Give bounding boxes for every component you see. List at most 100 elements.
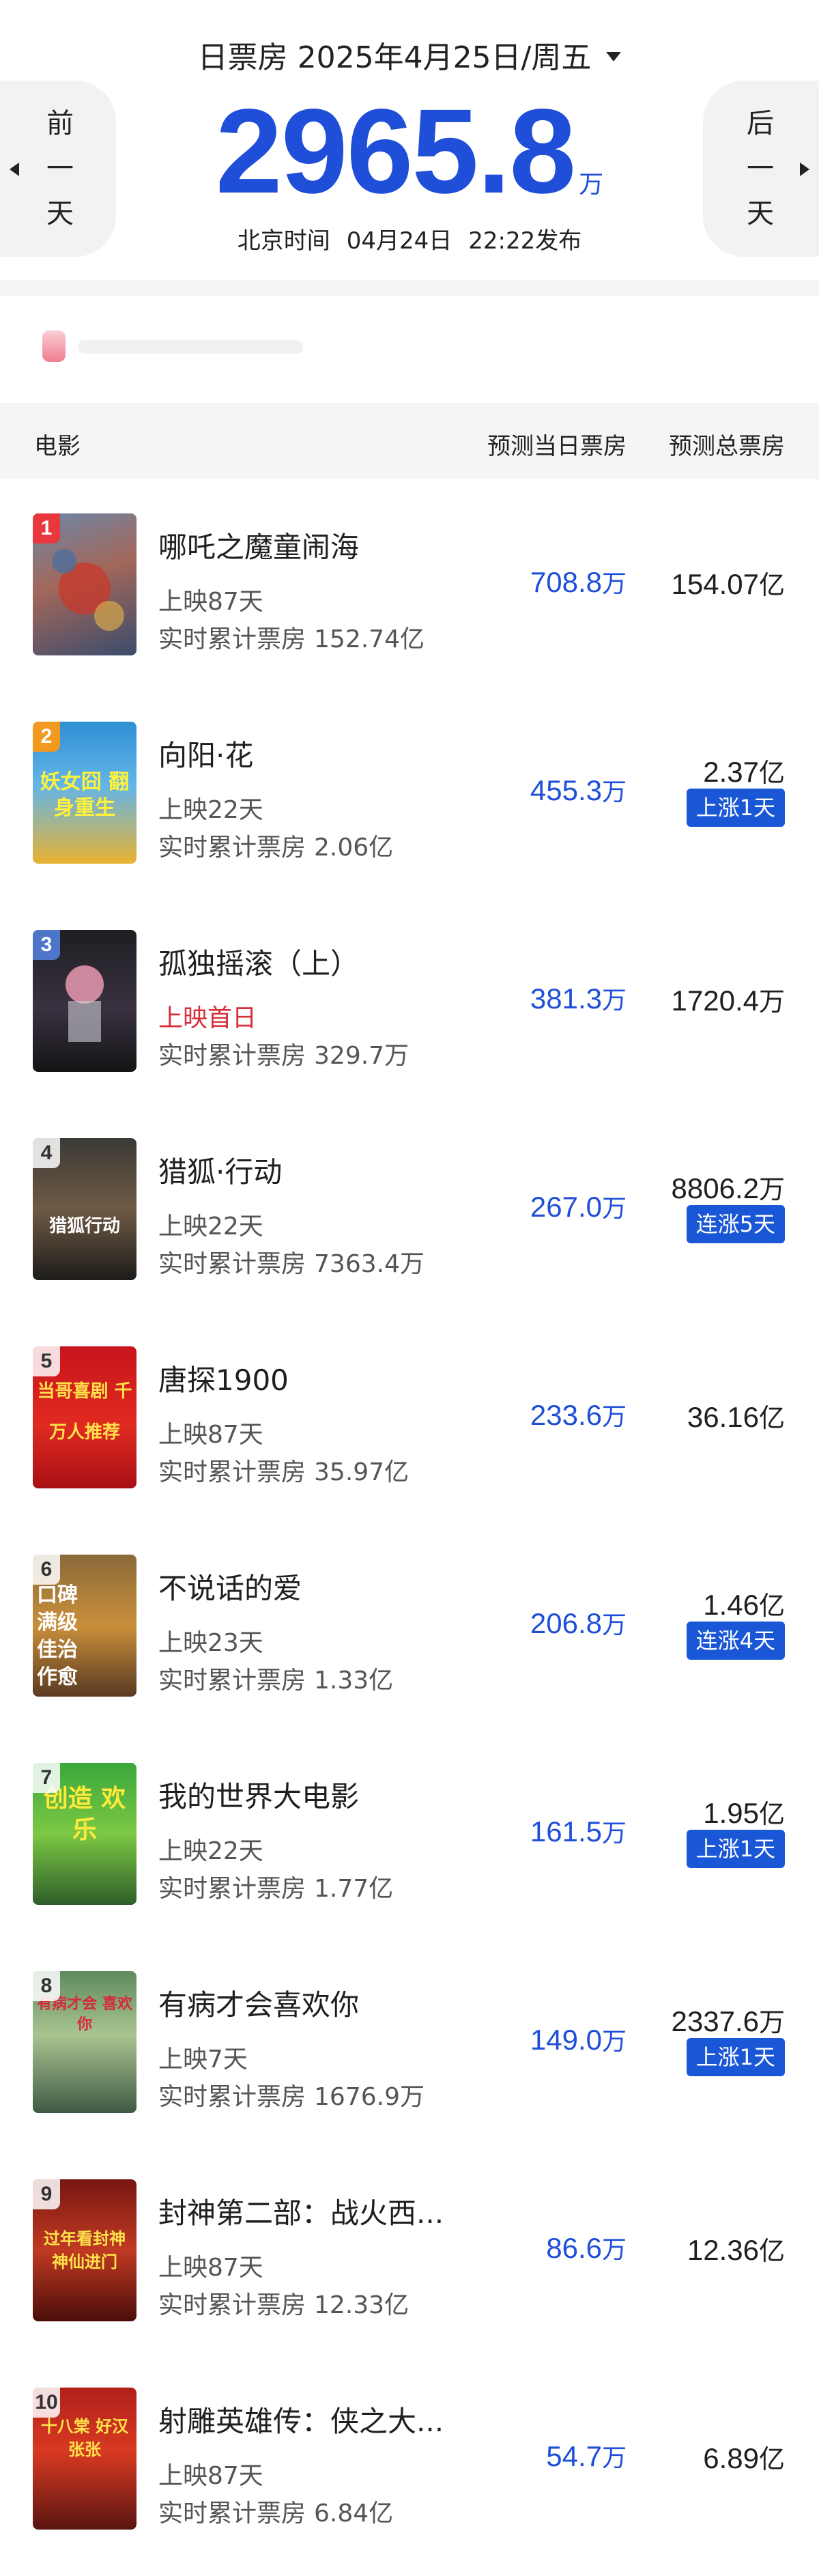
- movie-poster: 十八棠 好汉张张 10: [33, 2388, 136, 2530]
- trend-tag: 上涨1天: [686, 789, 785, 827]
- section-divider: [0, 280, 819, 296]
- movie-row[interactable]: 创造 欢乐 7 我的世界大电影 上映22天 实时累计票房 1.77亿 161.5万…: [0, 1729, 819, 1937]
- rank-badge: 8: [33, 1971, 60, 2001]
- poster-text: 口碑 满级 佳治 作愈: [37, 1583, 78, 1689]
- cumulative-value: 2.06亿: [314, 834, 394, 862]
- total-number: 36.16: [687, 1401, 759, 1433]
- total-unit: 万: [758, 987, 785, 1017]
- today-unit: 万: [601, 1611, 627, 1639]
- cumulative-label: 实时累计票房: [158, 1250, 306, 1278]
- rank-badge: 9: [33, 2179, 60, 2209]
- movie-poster: 妖女囧 翻身重生 2: [33, 722, 136, 864]
- predicted-total: 1.46亿: [703, 1585, 785, 1622]
- today-unit: 万: [601, 1403, 627, 1431]
- total-unit: 亿: [758, 2236, 785, 2266]
- today-box-office: 206.8万: [530, 1605, 627, 1641]
- movie-row[interactable]: 口碑 满级 佳治 作愈 6 不说话的爱 上映23天 实时累计票房 1.33亿 20…: [0, 1520, 819, 1729]
- release-date: 04月24日: [346, 227, 452, 255]
- box-office-header: 日票房 2025年4月25日/周五 前 一 天 后 一 天 2965.8 万 北京…: [0, 0, 819, 280]
- days-showing: 上映23天: [158, 1629, 263, 1657]
- col-movie: 电影: [34, 433, 81, 460]
- today-number: 54.7: [546, 2440, 602, 2472]
- blurred-banner: [34, 321, 321, 376]
- predicted-total: 6.89亿: [703, 2438, 785, 2476]
- col-total[interactable]: 预测总票房: [669, 427, 785, 461]
- total-number: 1.46: [703, 1589, 759, 1621]
- rank-badge: 2: [33, 722, 60, 752]
- total-unit: 亿: [758, 1591, 785, 1621]
- rank-badge: 3: [33, 930, 60, 960]
- movie-title: 孤独摇滚（上）: [158, 947, 360, 980]
- poster-text: 猎狐行动: [48, 1216, 120, 1236]
- cumulative-value: 1.77亿: [314, 1875, 394, 1903]
- date-selector[interactable]: 日票房 2025年4月25日/周五: [0, 33, 819, 76]
- movie-row[interactable]: 十八棠 好汉张张 10 射雕英雄传：侠之大... 上映87天 实时累计票房 6.8…: [0, 2353, 819, 2562]
- trend-tag: 连涨5天: [686, 1205, 785, 1243]
- today-number: 149.0: [530, 2024, 602, 2056]
- poster-text: 妖女囧 翻身重生: [40, 770, 130, 820]
- total-unit: 亿: [758, 570, 785, 600]
- banner-text-placeholder: [78, 340, 303, 354]
- movie-row[interactable]: 妖女囧 翻身重生 2 向阳·花 上映22天 实时累计票房 2.06亿 455.3万…: [0, 688, 819, 896]
- movie-row[interactable]: 有病才会 喜欢你 8 有病才会喜欢你 上映7天 实时累计票房 1676.9万 14…: [0, 1937, 819, 2145]
- today-unit: 万: [601, 2028, 627, 2056]
- days-showing: 上映87天: [158, 588, 263, 616]
- rank-badge: 4: [33, 1138, 60, 1168]
- table-header: 电影 预测当日票房 预测总票房: [0, 403, 819, 479]
- cumulative-box-office: 实时累计票房 35.97亿: [158, 1452, 409, 1488]
- movie-row[interactable]: 3 孤独摇滚（上） 上映首日 实时累计票房 329.7万 381.3万 1720.…: [0, 896, 819, 1104]
- today-number: 708.8: [530, 566, 602, 598]
- movie-poster: 口碑 满级 佳治 作愈 6: [33, 1555, 136, 1697]
- rank-badge: 10: [33, 2388, 60, 2418]
- today-box-office: 233.6万: [530, 1397, 627, 1432]
- movie-poster: 创造 欢乐 7: [33, 1763, 136, 1905]
- cumulative-value: 152.74亿: [314, 625, 425, 653]
- today-number: 455.3: [530, 774, 602, 806]
- days-showing: 上映首日: [158, 1004, 257, 1032]
- movie-row[interactable]: 当哥喜剧 千万人推荐 5 唐探1900 上映87天 实时累计票房 35.97亿 2…: [0, 1312, 819, 1520]
- rank-badge: 1: [33, 513, 60, 543]
- movie-poster: 有病才会 喜欢你 8: [33, 1971, 136, 2113]
- predicted-total: 1.95亿: [703, 1793, 785, 1830]
- daily-total: 2965.8 万: [0, 91, 819, 212]
- poster-text: 十八棠 好汉张张: [40, 2417, 129, 2459]
- trend-tag: 上涨1天: [686, 1830, 785, 1868]
- caret-down-icon[interactable]: [606, 52, 622, 61]
- today-number: 206.8: [530, 1607, 602, 1639]
- predicted-total: 154.07亿: [672, 564, 785, 601]
- days-showing: 上映87天: [158, 2254, 263, 2282]
- total-number: 6.89: [703, 2442, 759, 2474]
- predicted-total: 36.16亿: [687, 1397, 785, 1434]
- cumulative-label: 实时累计票房: [158, 1875, 306, 1903]
- movie-row[interactable]: 1 哪吒之魔童闹海 上映87天 实时累计票房 152.74亿 708.8万 154…: [0, 479, 819, 688]
- movie-poster: 过年看封神 神仙进门 9: [33, 2179, 136, 2321]
- total-unit: 万: [758, 2007, 785, 2037]
- movie-row[interactable]: 猎狐行动 4 猎狐·行动 上映22天 实时累计票房 7363.4万 267.0万 …: [0, 1104, 819, 1312]
- release-prefix: 北京时间: [237, 227, 330, 255]
- cumulative-label: 实时累计票房: [158, 1458, 306, 1486]
- today-box-office: 267.0万: [530, 1189, 627, 1224]
- cumulative-value: 6.84亿: [314, 2500, 394, 2528]
- cumulative-box-office: 实时累计票房 1676.9万: [158, 2077, 425, 2112]
- cumulative-label: 实时累计票房: [158, 1042, 306, 1070]
- cumulative-box-office: 实时累计票房 152.74亿: [158, 619, 425, 655]
- cumulative-value: 7363.4万: [314, 1250, 425, 1278]
- today-unit: 万: [601, 987, 627, 1015]
- movie-row[interactable]: 过年看封神 神仙进门 9 封神第二部：战火西... 上映87天 实时累计票房 12…: [0, 2145, 819, 2353]
- cumulative-box-office: 实时累计票房 6.84亿: [158, 2493, 393, 2529]
- cumulative-value: 12.33亿: [314, 2291, 410, 2319]
- cumulative-box-office: 实时累计票房 2.06亿: [158, 827, 393, 863]
- cumulative-value: 35.97亿: [314, 1458, 410, 1486]
- movie-poster: 猎狐行动 4: [33, 1138, 136, 1280]
- cumulative-label: 实时累计票房: [158, 1667, 306, 1695]
- today-box-office: 381.3万: [530, 980, 627, 1016]
- rank-badge: 5: [33, 1346, 60, 1376]
- movie-poster: 当哥喜剧 千万人推荐 5: [33, 1346, 136, 1488]
- total-unit: 亿: [758, 1799, 785, 1829]
- date-value: 2025年4月25日/周五: [297, 40, 592, 75]
- predicted-total: 8806.2万: [672, 1168, 785, 1206]
- movie-title: 不说话的爱: [158, 1572, 302, 1605]
- total-number: 154.07: [671, 568, 759, 600]
- col-today[interactable]: 预测当日票房: [487, 427, 627, 461]
- cumulative-label: 实时累计票房: [158, 2083, 306, 2111]
